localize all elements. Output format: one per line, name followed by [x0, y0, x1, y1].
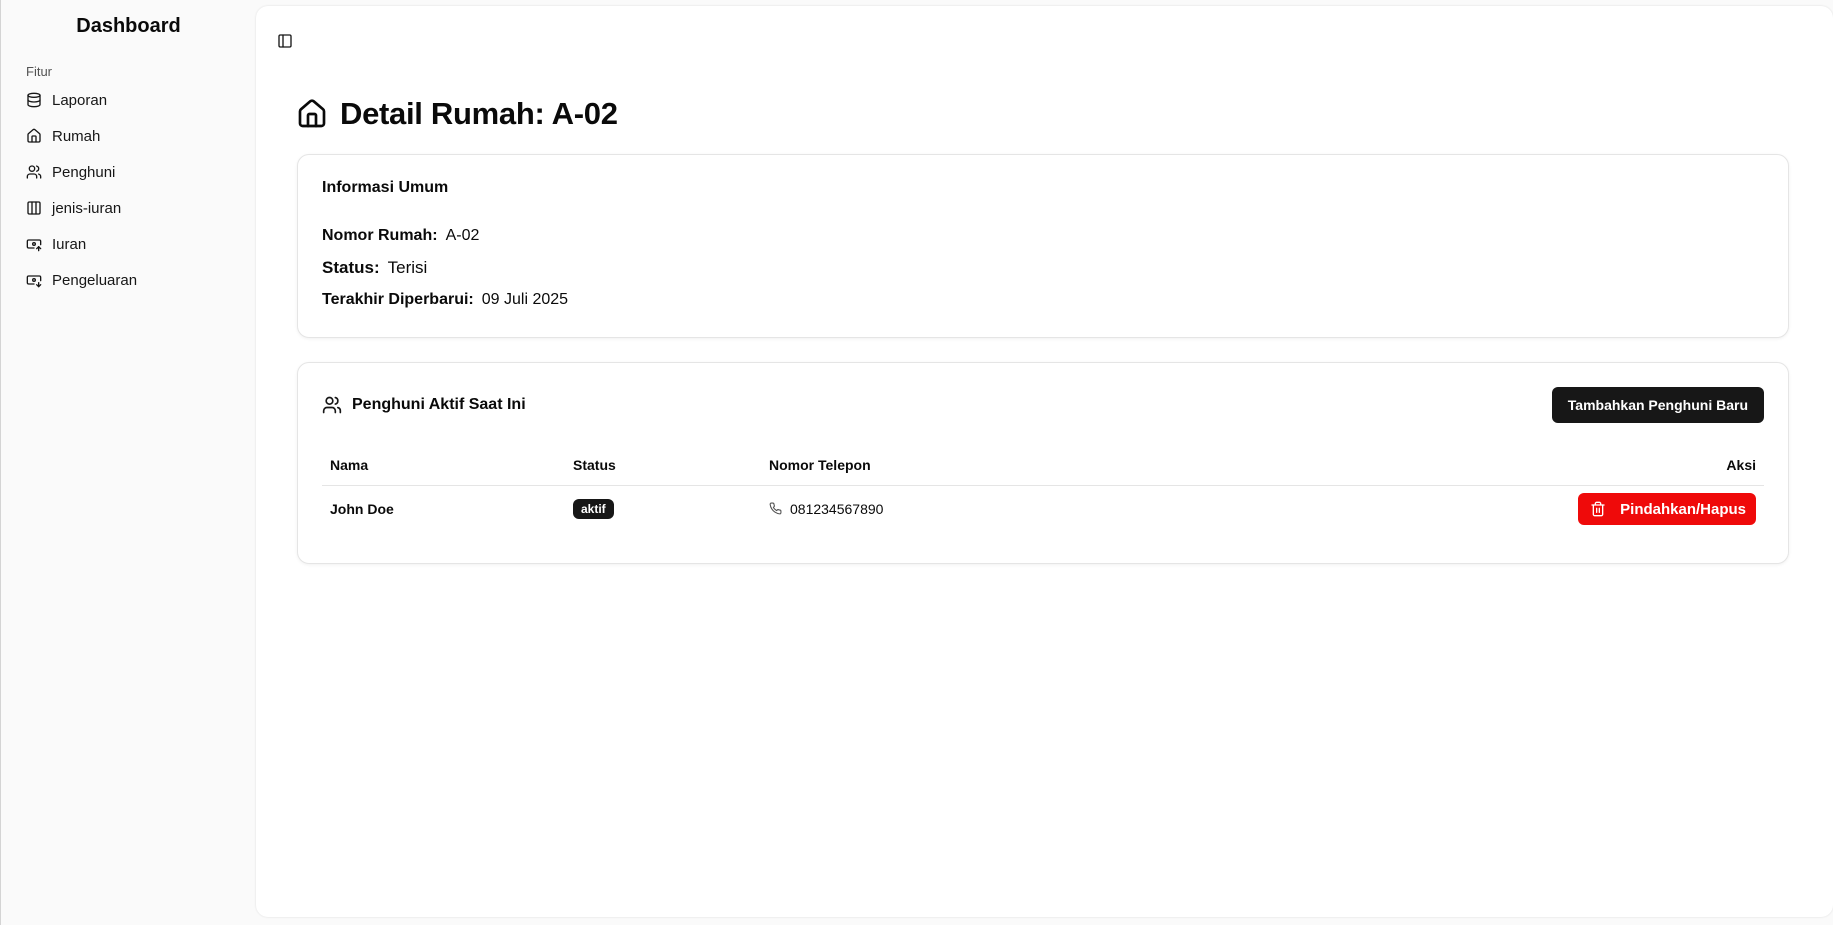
page-title: Detail Rumah: A-02: [340, 96, 618, 131]
page-header: Detail Rumah: A-02: [296, 96, 618, 132]
table-header-row: Nama Status Nomor Telepon Aksi: [322, 445, 1764, 486]
resident-phone-cell: 081234567890: [761, 485, 1164, 533]
sidebar-toggle-button[interactable]: [274, 30, 296, 52]
sidebar-item-rumah[interactable]: Rumah: [9, 118, 248, 154]
info-value: 09 Juli 2025: [481, 291, 569, 308]
residents-table: Nama Status Nomor Telepon Aksi John Doe …: [322, 445, 1764, 533]
app-root: Dashboard Fitur Laporan Rumah Penghuni j…: [0, 0, 1833, 925]
info-value: A-02: [445, 227, 480, 244]
resident-name: John Doe: [330, 501, 394, 518]
phone-number: 081234567890: [790, 500, 884, 517]
home-icon: [27, 128, 41, 143]
column-header-status: Status: [565, 445, 761, 486]
sidebar-title[interactable]: Dashboard: [1, 0, 256, 54]
residents-title: Penghuni Aktif Saat Ini: [322, 395, 526, 415]
users-icon: [322, 396, 342, 414]
table-row: John Doe aktif 081234567890 Pindahkan/Ha…: [322, 485, 1764, 533]
add-resident-button[interactable]: Tambahkan Penghuni Baru: [1551, 387, 1764, 423]
sidebar-item-label: jenis-iuran: [52, 199, 122, 217]
column-header-nama: Nama: [322, 445, 565, 486]
trash-icon: [1591, 501, 1605, 517]
move-delete-label: Pindahkan/Hapus: [1620, 500, 1746, 518]
sidebar-item-pengeluaran[interactable]: Pengeluaran: [9, 262, 248, 298]
sidebar-item-label: Laporan: [52, 91, 108, 109]
banknote-icon: [26, 239, 42, 252]
sidebar-item-jenis-iuran[interactable]: jenis-iuran: [9, 190, 248, 226]
info-key: Terakhir Diperbarui:: [322, 291, 474, 308]
column-header-aksi: Aksi: [1164, 445, 1764, 486]
column-header-nomor-telepon: Nomor Telepon: [761, 445, 1165, 486]
resident-phone: 081234567890: [769, 501, 883, 517]
move-delete-button[interactable]: Pindahkan/Hapus: [1578, 493, 1756, 526]
status-badge: aktif: [573, 499, 614, 520]
table-icon: [27, 201, 41, 215]
info-row-terakhir-diperbarui: Terakhir Diperbarui: 09 Juli 2025: [322, 291, 568, 309]
info-card: Informasi Umum Nomor Rumah: A-02 Status:…: [297, 154, 1789, 338]
info-row-status: Status: Terisi: [322, 258, 427, 278]
database-icon: [27, 92, 41, 108]
info-value: Terisi: [387, 258, 428, 277]
info-row-nomor-rumah: Nomor Rumah: A-02: [322, 227, 479, 245]
main-wrapper: Detail Rumah: A-02 Informasi Umum Nomor …: [256, 0, 1833, 925]
users-icon: [26, 165, 42, 179]
sidebar-item-label: Pengeluaran: [52, 271, 138, 289]
sidebar-group-label: Fitur: [26, 64, 52, 79]
info-key: Nomor Rumah:: [322, 227, 438, 244]
sidebar-item-penghuni[interactable]: Penghuni: [9, 154, 248, 190]
sidebar: Dashboard Fitur Laporan Rumah Penghuni j…: [0, 0, 256, 925]
sidebar-item-iuran[interactable]: Iuran: [9, 226, 248, 262]
home-icon: [298, 99, 326, 128]
info-key: Status:: [322, 258, 380, 277]
sidebar-item-laporan[interactable]: Laporan: [9, 82, 248, 118]
banknote-out-icon: [26, 275, 42, 288]
panel-left-icon: [278, 34, 292, 48]
residents-card: Penghuni Aktif Saat Ini Tambahkan Penghu…: [297, 362, 1789, 564]
main-panel: Detail Rumah: A-02 Informasi Umum Nomor …: [256, 6, 1833, 917]
phone-icon: [769, 502, 782, 515]
sidebar-item-label: Rumah: [52, 127, 101, 145]
resident-status-cell: aktif: [565, 485, 761, 533]
info-card-title: Informasi Umum: [322, 179, 449, 196]
sidebar-item-label: Penghuni: [52, 163, 116, 181]
residents-title-text: Penghuni Aktif Saat Ini: [352, 396, 526, 413]
residents-header: Penghuni Aktif Saat Ini Tambahkan Penghu…: [322, 387, 1764, 423]
resident-action-cell: Pindahkan/Hapus: [1164, 485, 1764, 533]
sidebar-item-label: Iuran: [52, 235, 87, 253]
